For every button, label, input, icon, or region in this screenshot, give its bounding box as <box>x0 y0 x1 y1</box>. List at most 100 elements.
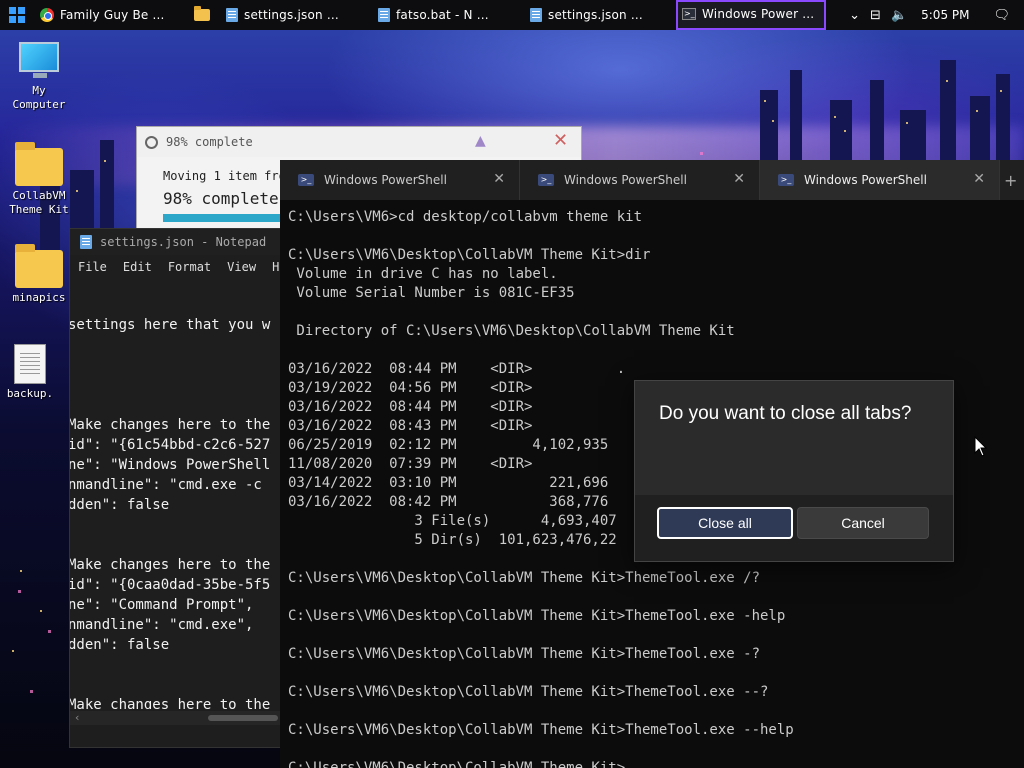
file-explorer-icon <box>194 6 210 21</box>
taskbar-item-label: settings.json ... <box>244 8 339 22</box>
minimize-icon[interactable]: ▲ <box>475 133 486 149</box>
tab-label: Windows PowerShell <box>324 173 447 187</box>
taskbar-item-windows-powershell[interactable]: >_ Windows Power ... <box>676 0 826 30</box>
terminal-tab-2[interactable]: >_ Windows PowerShell ✕ <box>520 160 760 200</box>
menu-file[interactable]: File <box>78 260 107 274</box>
my-computer-icon <box>19 42 59 78</box>
desktop-icon-label: My <box>32 84 46 97</box>
taskbar-item-label: fatso.bat - N ... <box>396 8 489 22</box>
new-tab-icon[interactable]: + <box>1000 160 1021 200</box>
text-line: dden": false <box>70 497 170 513</box>
desktop-icon-backup[interactable]: backup. <box>0 344 68 401</box>
text-line: id": "{0caa0dad-35be-5f5 <box>70 577 271 593</box>
desktop-icon-collabvm-theme-kit[interactable]: CollabVM Theme Kit <box>1 142 77 217</box>
taskbar-item-label: Family Guy Be ... <box>60 8 165 22</box>
taskbar-item-chrome[interactable]: Family Guy Be ... <box>34 0 184 30</box>
progress-window-title: 98% complete <box>166 135 253 149</box>
text-line: Make changes here to the <box>70 557 271 573</box>
notepad-icon <box>378 8 390 22</box>
progress-titlebar[interactable]: 98% complete <box>137 127 581 157</box>
notepad-icon <box>80 235 92 249</box>
text-line: nmandline": "cmd.exe -c <box>70 477 262 493</box>
tab-close-icon[interactable]: ✕ <box>973 171 985 187</box>
text-line: Make changes here to the <box>70 697 271 709</box>
terminal-line: 03/16/2022 08:44 PM <DIR> <box>288 399 533 415</box>
menu-edit[interactable]: Edit <box>123 260 152 274</box>
close-icon[interactable]: ✕ <box>553 130 568 151</box>
terminal-line: C:\Users\VM6>cd desktop/collabvm theme k… <box>288 209 643 225</box>
terminal-line: C:\Users\VM6\Desktop\CollabVM Theme Kit>… <box>288 684 769 700</box>
notepad-text-area[interactable]: settings here that you w Make changes he… <box>70 279 282 709</box>
taskbar-item-file-explorer[interactable] <box>184 0 220 30</box>
terminal-line: C:\Users\VM6\Desktop\CollabVM Theme Kit>… <box>288 247 651 263</box>
powershell-icon: >_ <box>682 8 696 20</box>
tab-close-icon[interactable]: ✕ <box>493 171 505 187</box>
terminal-line: 5 Dir(s) 101,623,476,22 <box>288 532 617 548</box>
terminal-tab-1[interactable]: >_ Windows PowerShell ✕ <box>280 160 520 200</box>
terminal-line: 03/16/2022 08:44 PM <DIR> . <box>288 361 626 377</box>
terminal-line: 11/08/2020 07:39 PM <DIR> <box>288 456 533 472</box>
desktop-icon-label: Theme Kit <box>9 203 69 216</box>
folder-icon <box>15 142 63 186</box>
windows-logo-icon <box>9 7 25 23</box>
taskbar-item-settings-json-1[interactable]: settings.json ... <box>220 0 372 30</box>
desktop-icon-my-computer[interactable]: My Computer <box>1 42 77 112</box>
desktop-icon-label: backup. <box>6 387 54 400</box>
terminal-line: 03/16/2022 08:43 PM <DIR> <box>288 418 533 434</box>
terminal-line: Volume Serial Number is 081C-EF35 <box>288 285 575 301</box>
desktop-icon-minapics[interactable]: minapics <box>1 244 77 305</box>
menu-view[interactable]: View <box>227 260 256 274</box>
notepad-title: settings.json - Notepad <box>100 235 267 249</box>
terminal-line: 03/16/2022 08:42 PM 368,776 <box>288 494 609 510</box>
taskbar-item-fatso-bat[interactable]: fatso.bat - N ... <box>372 0 524 30</box>
text-line: ne": "Windows PowerShell <box>70 457 271 473</box>
scrollbar-thumb[interactable] <box>208 715 278 721</box>
chrome-icon <box>40 8 54 22</box>
desktop-icon-label: CollabVM <box>12 189 66 202</box>
text-line: ne": "Command Prompt", <box>70 597 254 613</box>
network-icon[interactable]: ⊟ <box>870 8 881 23</box>
powershell-icon: >_ <box>538 174 554 186</box>
menu-format[interactable]: Format <box>168 260 211 274</box>
terminal-line: Directory of C:\Users\VM6\Desktop\Collab… <box>288 323 735 339</box>
start-button[interactable] <box>0 0 34 30</box>
taskbar-item-settings-json-2[interactable]: settings.json ... <box>524 0 676 30</box>
notepad-titlebar[interactable]: settings.json - Notepad <box>70 229 282 255</box>
cancel-button[interactable]: Cancel <box>797 507 929 539</box>
text-line: Make changes here to the <box>70 417 271 433</box>
dialog-question: Do you want to close all tabs? <box>659 403 912 424</box>
notepad-menubar: File Edit Format View Hel <box>70 255 282 279</box>
progress-bar <box>163 214 283 222</box>
notepad-window: settings.json - Notepad File Edit Format… <box>69 228 283 748</box>
tab-close-icon[interactable]: ✕ <box>733 171 745 187</box>
folder-icon <box>15 244 63 288</box>
terminal-tab-3[interactable]: >_ Windows PowerShell ✕ <box>760 160 1000 200</box>
text-line: settings here that you w <box>70 317 271 333</box>
text-line: dden": false <box>70 637 170 653</box>
terminal-tab-strip: >_ Windows PowerShell ✕ >_ Windows Power… <box>280 160 1024 200</box>
notepad-icon <box>226 8 238 22</box>
taskbar-item-label: Windows Power ... <box>702 7 815 21</box>
tray-overflow-icon[interactable]: ⌄ <box>849 8 860 23</box>
terminal-line: Volume in drive C has no label. <box>288 266 558 282</box>
notifications-icon[interactable]: 🗨 <box>993 8 1010 23</box>
terminal-line: 03/14/2022 03:10 PM 221,696 <box>288 475 609 491</box>
terminal-line: 3 File(s) 4,693,407 <box>288 513 617 529</box>
terminal-line: 03/19/2022 04:56 PM <DIR> <box>288 380 533 396</box>
notepad-icon <box>530 8 542 22</box>
progress-clock-icon <box>145 135 158 149</box>
scroll-left-icon[interactable]: ‹ <box>75 711 79 724</box>
text-line: nmandline": "cmd.exe", <box>70 617 254 633</box>
terminal-line: C:\Users\VM6\Desktop\CollabVM Theme Kit>… <box>288 646 761 662</box>
horizontal-scrollbar[interactable]: ‹ <box>70 711 282 725</box>
volume-icon[interactable]: 🔈 <box>891 8 907 23</box>
taskbar-clock[interactable]: 5:05 PM <box>921 8 969 22</box>
text-line: id": "{61c54bbd-c2c6-527 <box>70 437 271 453</box>
terminal-line: C:\Users\VM6\Desktop\CollabVM Theme Kit>… <box>288 722 794 738</box>
powershell-icon: >_ <box>298 174 314 186</box>
taskbar: Family Guy Be ... settings.json ... fats… <box>0 0 1024 30</box>
powershell-icon: >_ <box>778 174 794 186</box>
system-tray: ⌄ ⊟ 🔈 5:05 PM 🗨 <box>849 8 1024 23</box>
close-all-button[interactable]: Close all <box>657 507 793 539</box>
desktop-icon-label: Computer <box>12 98 66 111</box>
